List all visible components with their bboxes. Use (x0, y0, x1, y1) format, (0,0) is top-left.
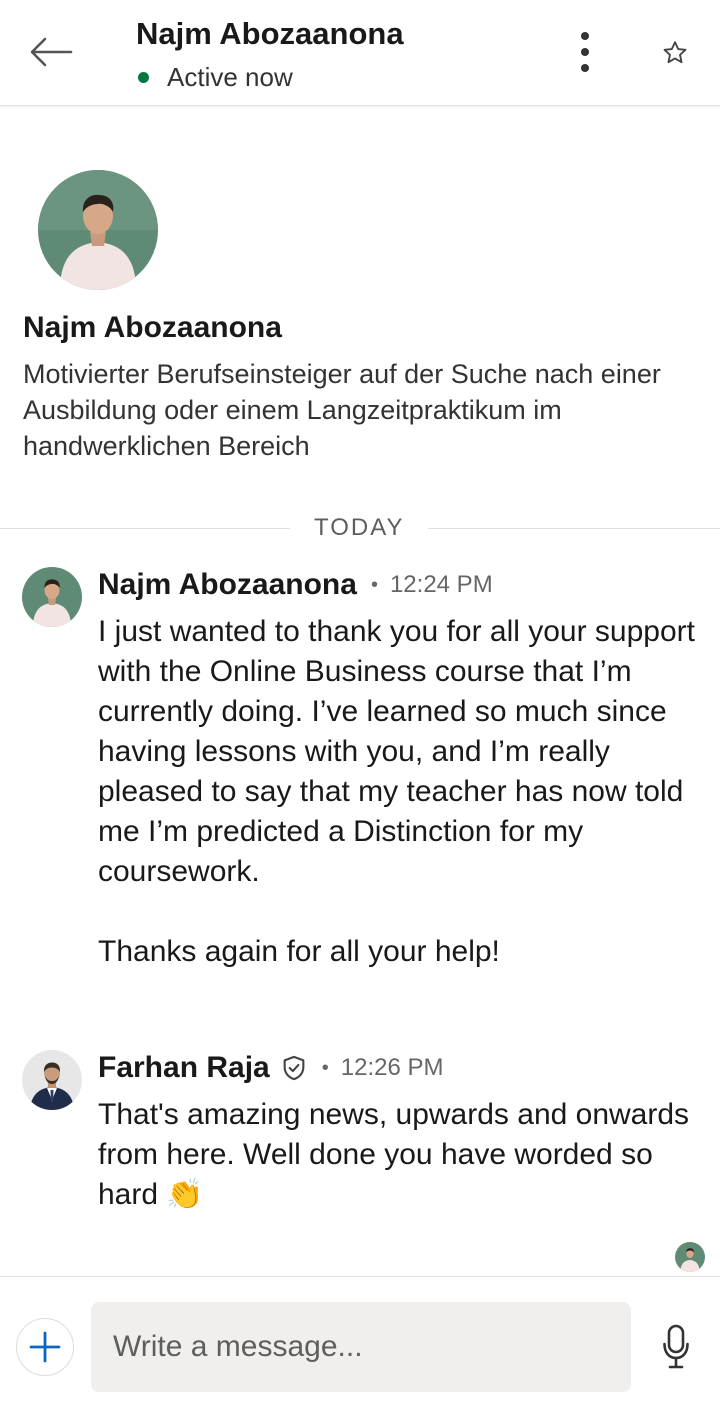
message-composer (0, 1276, 720, 1414)
verified-shield-icon (283, 1055, 305, 1081)
person-photo-icon (675, 1242, 705, 1272)
star-icon (663, 41, 687, 64)
person-photo-icon (22, 1050, 82, 1110)
more-options-button[interactable] (570, 28, 600, 76)
conversation-header: Najm Abozaanona Active now (0, 0, 720, 106)
separator-dot: • (321, 1056, 329, 1079)
person-photo-icon (22, 567, 82, 627)
sender-avatar[interactable] (22, 1050, 82, 1110)
sender-avatar[interactable] (22, 567, 82, 627)
message-header: Farhan Raja • 12:26 PM (98, 1051, 443, 1085)
plus-icon (29, 1331, 61, 1363)
profile-headline: Motivierter Berufseinsteiger auf der Suc… (23, 359, 661, 461)
message-timestamp: 12:26 PM (340, 1054, 444, 1081)
person-photo-icon (38, 170, 158, 290)
message-timestamp: 12:24 PM (389, 571, 493, 598)
divider-line (428, 527, 720, 529)
message-sender[interactable]: Najm Abozaanona (98, 568, 357, 602)
date-divider: TODAY (0, 511, 720, 545)
date-divider-label: TODAY (314, 514, 405, 541)
microphone-icon (663, 1324, 689, 1369)
message-input[interactable] (91, 1302, 631, 1392)
conversation-title[interactable]: Najm Abozaanona (136, 16, 404, 52)
profile-avatar[interactable] (38, 170, 158, 290)
back-button[interactable] (26, 30, 76, 74)
presence-status: Active now (136, 62, 293, 93)
more-vertical-icon (581, 32, 589, 40)
message-header: Najm Abozaanona • 12:24 PM (98, 568, 493, 602)
divider-line (0, 527, 290, 529)
separator-dot: • (370, 573, 378, 596)
arrow-left-icon (30, 37, 73, 67)
profile-name[interactable]: Najm Abozaanona (23, 311, 282, 345)
message-sender[interactable]: Farhan Raja (98, 1051, 270, 1085)
voice-message-button[interactable] (656, 1321, 696, 1373)
presence-status-text: Active now (167, 62, 293, 92)
read-receipt-avatar (675, 1242, 705, 1272)
online-indicator (138, 72, 149, 83)
star-button[interactable] (656, 34, 694, 72)
message-text: That's amazing news, upwards and onwards… (98, 1098, 690, 1211)
message-text: I just wanted to thank you for all your … (98, 615, 695, 968)
attach-button[interactable] (16, 1318, 74, 1376)
